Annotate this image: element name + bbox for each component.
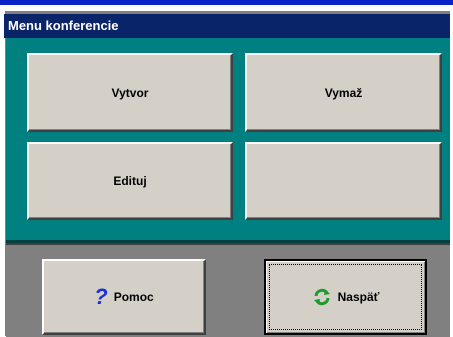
- back-button-label: Naspäť: [337, 290, 380, 304]
- create-button[interactable]: Vytvor: [27, 53, 233, 132]
- empty-menu-button[interactable]: [245, 142, 442, 220]
- edit-button[interactable]: Edituj: [27, 142, 233, 220]
- help-button[interactable]: ? Pomoc: [42, 259, 206, 335]
- help-button-label: Pomoc: [113, 290, 154, 304]
- back-button[interactable]: Naspäť: [264, 259, 427, 335]
- delete-button-label: Vymaž: [324, 85, 363, 100]
- create-button-label: Vytvor: [111, 85, 149, 100]
- question-mark-icon: ?: [94, 284, 108, 309]
- edit-button-label: Edituj: [113, 174, 147, 188]
- refresh-arrows-icon: [312, 287, 332, 307]
- delete-button[interactable]: Vymaž: [245, 53, 442, 132]
- window-title: Menu konferencie: [8, 18, 119, 33]
- top-accent-strip: [0, 0, 453, 5]
- window-title-bar: Menu konferencie: [4, 14, 450, 38]
